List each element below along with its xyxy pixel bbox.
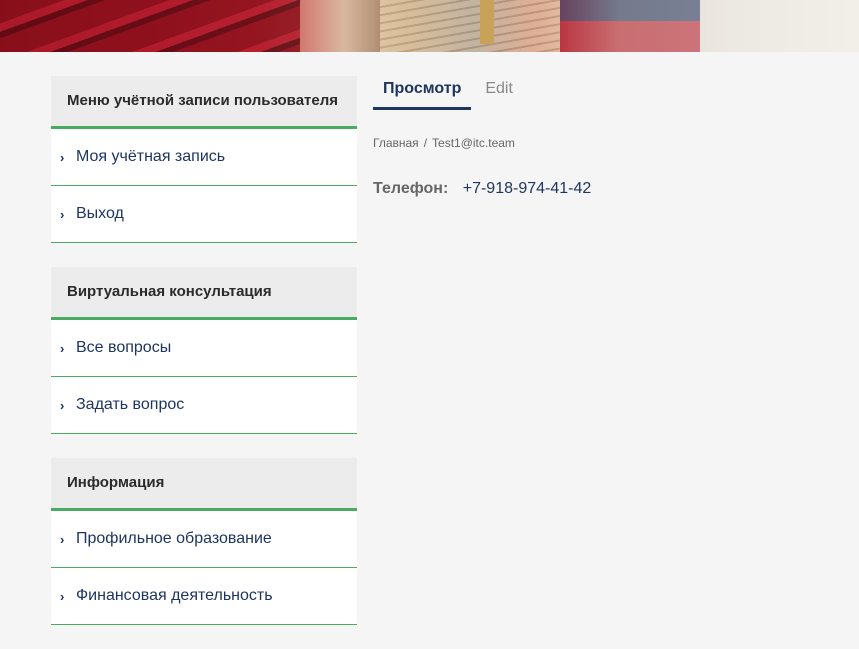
main-content: Просмотр Edit Главная / Test1@itc.team Тел…: [373, 76, 843, 198]
breadcrumb-separator: /: [423, 136, 428, 150]
sidebar-item-financial-activity[interactable]: › Финансовая деятельность: [51, 568, 357, 625]
sidebar-item-profile-education[interactable]: › Профильное образование: [51, 511, 357, 568]
sidebar-item-label: Задать вопрос: [76, 396, 185, 413]
phone-label: Телефон:: [373, 180, 449, 197]
account-menu-block: Меню учётной записи пользователя › Моя у…: [51, 76, 357, 243]
account-menu-title: Меню учётной записи пользователя: [51, 76, 357, 129]
header-banner-image: [0, 0, 859, 52]
tab-view[interactable]: Просмотр: [373, 76, 472, 110]
tabs: Просмотр Edit: [373, 76, 843, 110]
sidebar-item-label: Финансовая деятельность: [76, 587, 273, 604]
banner-pen-decoration: [480, 0, 494, 44]
chevron-right-icon: ›: [60, 531, 65, 547]
chevron-right-icon: ›: [60, 206, 65, 222]
chevron-right-icon: ›: [60, 340, 65, 356]
consultation-title: Виртуальная консультация: [51, 267, 357, 320]
phone-field: Телефон: +7-918-974-41-42: [373, 180, 843, 198]
chevron-right-icon: ›: [60, 149, 65, 165]
sidebar: Меню учётной записи пользователя › Моя у…: [51, 76, 357, 649]
sidebar-item-logout[interactable]: › Выход: [51, 186, 357, 243]
breadcrumb: Главная / Test1@itc.team: [373, 136, 843, 150]
sidebar-item-label: Профильное образование: [76, 530, 272, 547]
sidebar-item-my-account[interactable]: › Моя учётная запись: [51, 129, 357, 186]
chevron-right-icon: ›: [60, 588, 65, 604]
sidebar-item-ask-question[interactable]: › Задать вопрос: [51, 377, 357, 434]
breadcrumb-home-link[interactable]: Главная: [373, 136, 419, 150]
sidebar-item-label: Моя учётная запись: [76, 148, 226, 165]
sidebar-item-all-questions[interactable]: › Все вопросы: [51, 320, 357, 377]
sidebar-item-label: Все вопросы: [76, 339, 172, 356]
breadcrumb-current: Test1@itc.team: [432, 136, 515, 150]
information-block: Информация › Профильное образование › Фи…: [51, 458, 357, 625]
banner-books-decoration-2: [560, 0, 700, 52]
sidebar-item-label: Выход: [76, 205, 124, 222]
banner-books-decoration: [0, 0, 300, 52]
phone-value: +7-918-974-41-42: [462, 180, 592, 197]
chevron-right-icon: ›: [60, 397, 65, 413]
banner-pages-decoration: [380, 0, 560, 52]
consultation-block: Виртуальная консультация › Все вопросы ›…: [51, 267, 357, 434]
information-title: Информация: [51, 458, 357, 511]
tab-edit[interactable]: Edit: [475, 76, 523, 110]
